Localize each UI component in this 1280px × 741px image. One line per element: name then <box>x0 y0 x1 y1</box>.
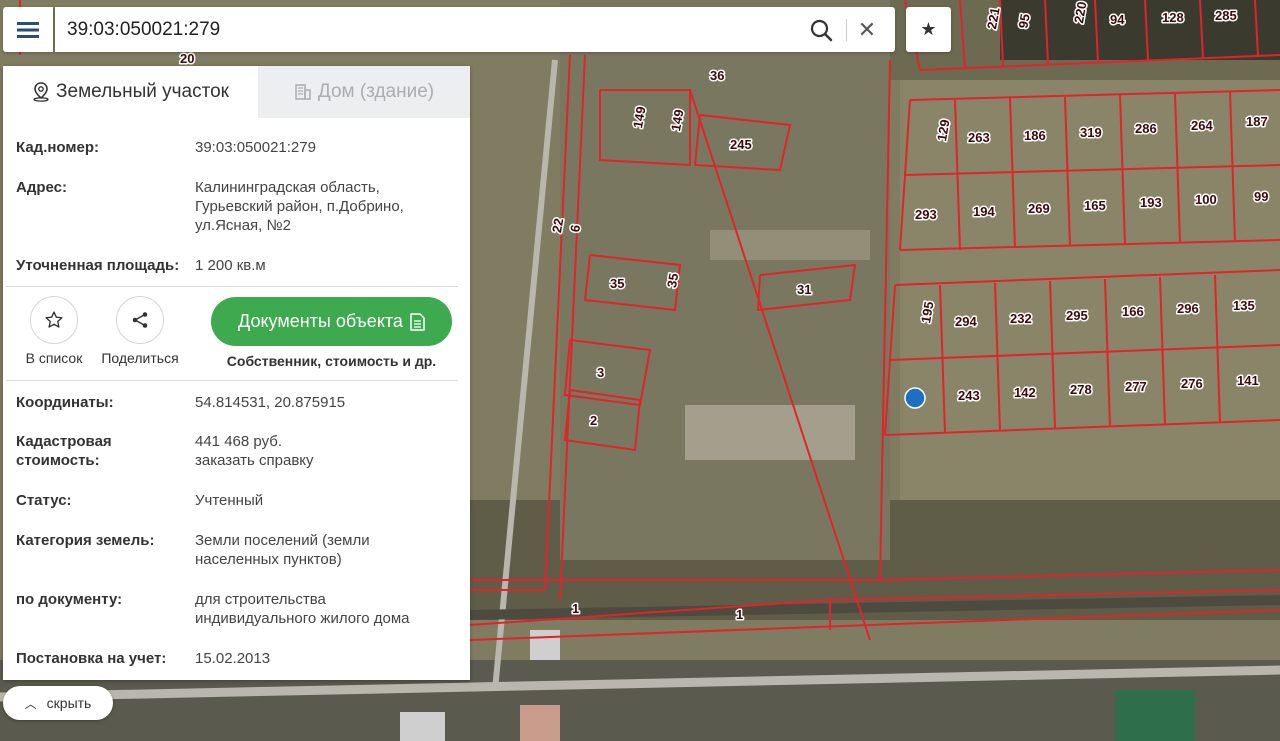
search-icon[interactable] <box>809 18 833 42</box>
tab-land-plot[interactable]: Земельный участок <box>3 66 258 118</box>
search-input[interactable] <box>67 15 787 45</box>
tab-building[interactable]: Дом (здание) <box>258 66 470 118</box>
parcel-label: 141 <box>1237 373 1259 388</box>
share-label: Поделиться <box>101 350 179 366</box>
share-icon <box>132 312 148 328</box>
parcel-label: 295 <box>1066 308 1088 323</box>
parcel-label: 1 <box>572 601 579 616</box>
cadastral-label: Кад.номер: <box>16 139 99 156</box>
parcel-label: 128 <box>1162 10 1184 25</box>
parcel-label: 36 <box>710 68 724 83</box>
parcel-label: 296 <box>1177 301 1199 316</box>
parcel-label: 3 <box>597 365 604 380</box>
parcel-label: 245 <box>730 137 752 152</box>
add-to-list-button[interactable]: В список <box>14 296 94 366</box>
parcel-label: 285 <box>1215 8 1237 23</box>
address-value: Калининградская область, Гурьевский райо… <box>195 179 404 234</box>
registration-date-value: 15.02.2013 <box>195 650 271 667</box>
collapse-label: скрыть <box>46 695 92 711</box>
building-icon <box>295 84 311 100</box>
coordinates-label: Координаты: <box>16 394 114 411</box>
parcel-label: 165 <box>1084 198 1106 213</box>
parcel-label: 319 <box>1080 125 1102 140</box>
parcel-label: 187 <box>1246 114 1268 129</box>
parcel-label: 166 <box>1122 304 1144 319</box>
cadastral-cost-value: 441 468 руб. <box>195 433 282 450</box>
favorites-button[interactable]: ★ <box>906 7 951 52</box>
document-icon <box>410 312 425 331</box>
map-pin-icon <box>33 82 49 102</box>
search-separator <box>846 19 847 41</box>
chevron-up-icon: ︿ <box>24 696 37 711</box>
documents-button[interactable]: Документы объекта <box>211 297 452 346</box>
parcel-label: 22 <box>549 217 566 234</box>
address-label: Адрес: <box>16 179 67 196</box>
land-category-value: Земли поселений (земли населенных пункто… <box>195 532 370 568</box>
parcel-label: 263 <box>968 130 990 145</box>
tab-land-plot-label: Земельный участок <box>56 81 229 102</box>
parcel-label: 31 <box>797 282 811 297</box>
status-label: Статус: <box>16 492 72 509</box>
share-circle <box>116 296 164 344</box>
search-bar: ✕ <box>55 7 895 52</box>
parcel-label: 286 <box>1135 121 1157 136</box>
parcel-label: 277 <box>1125 379 1147 394</box>
cadastral-value[interactable]: 39:03:050021:279 <box>195 138 460 157</box>
location-marker[interactable] <box>904 387 926 409</box>
parcel-label: 269 <box>1028 201 1050 216</box>
parcel-label: 278 <box>1070 382 1092 397</box>
documents-subtitle: Собственник, стоимость и др. <box>226 353 437 369</box>
parcel-label: 20 <box>180 51 194 66</box>
parcel-label: 243 <box>958 388 980 403</box>
by-document-value: для строительства индивидуального жилого… <box>195 591 410 627</box>
close-icon[interactable]: ✕ <box>855 18 879 42</box>
parcel-label: 194 <box>973 204 995 219</box>
parcel-label: 142 <box>1014 385 1036 400</box>
status-value: Учтенный <box>195 492 264 509</box>
parcel-label: 293 <box>915 207 937 222</box>
land-category-label: Категория земель: <box>16 532 155 549</box>
parcel-label: 35 <box>610 276 624 291</box>
order-certificate-link[interactable]: заказать справку <box>195 451 460 470</box>
divider <box>6 380 458 381</box>
star-outline-icon <box>45 311 63 328</box>
collapse-button[interactable]: ︿ скрыть <box>3 686 113 720</box>
menu-button[interactable] <box>3 7 53 52</box>
coordinates-value: 54.814531, 20.875915 <box>195 394 346 411</box>
parcel-label: 276 <box>1181 376 1203 391</box>
parcel-label: 264 <box>1191 118 1213 133</box>
parcel-label: 294 <box>955 314 977 329</box>
parcel-label: 232 <box>1010 311 1032 326</box>
divider <box>6 286 458 287</box>
parcel-label: 95 <box>1015 13 1032 30</box>
parcel-label: 135 <box>1233 298 1255 313</box>
parcel-label: 1 <box>736 607 743 622</box>
parcel-label: 100 <box>1195 192 1217 207</box>
parcel-label: 35 <box>664 272 681 289</box>
tab-building-label: Дом (здание) <box>317 81 435 102</box>
parcel-label: 193 <box>1140 195 1162 210</box>
info-panel: Земельный участок Дом (здание) Кад.номер… <box>3 66 470 680</box>
registration-date-label: Постановка на учет: <box>16 650 167 667</box>
add-to-list-label: В список <box>25 350 83 366</box>
cadastral-cost-label: Кадастровая стоимость: <box>16 433 112 469</box>
star-icon: ★ <box>920 19 937 39</box>
hamburger-icon <box>17 21 39 38</box>
area-value: 1 200 кв.м <box>195 257 266 274</box>
documents-button-label: Документы объекта <box>238 311 403 331</box>
parcel-label: 186 <box>1024 128 1046 143</box>
by-document-label: по документу: <box>16 591 123 608</box>
share-button[interactable]: Поделиться <box>100 296 180 366</box>
parcel-label: 94 <box>1110 12 1125 27</box>
panel-tabs: Земельный участок Дом (здание) <box>3 66 470 118</box>
add-to-list-circle <box>30 296 78 344</box>
parcel-label: 2 <box>590 413 597 428</box>
parcel-label: 99 <box>1254 189 1268 204</box>
area-label: Уточненная площадь: <box>16 257 180 274</box>
